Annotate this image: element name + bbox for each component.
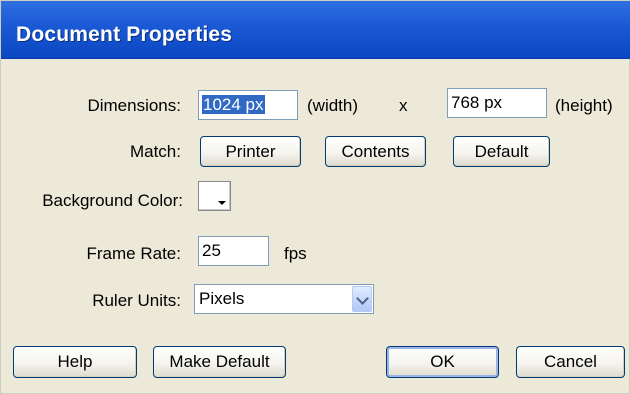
height-unit-label: (height) — [555, 96, 613, 115]
cancel-button[interactable]: Cancel — [516, 346, 625, 378]
background-color-label: Background Color: — [42, 191, 183, 210]
width-unit-label: (width) — [307, 96, 359, 115]
width-value: 1024 px — [202, 95, 265, 114]
match-contents-button[interactable]: Contents — [325, 136, 426, 167]
ruler-units-value: Pixels — [199, 289, 245, 308]
dialog-title: Document Properties — [16, 23, 233, 46]
help-button[interactable]: Help — [13, 346, 137, 378]
ok-button[interactable]: OK — [386, 346, 499, 378]
make-default-button[interactable]: Make Default — [153, 346, 286, 378]
ruler-units-select[interactable]: Pixels — [194, 284, 374, 314]
match-label: Match: — [129, 142, 181, 161]
dimension-separator: x — [399, 96, 408, 115]
match-default-button[interactable]: Default — [453, 136, 550, 167]
chevron-down-icon — [356, 292, 369, 305]
dimensions-label: Dimensions: — [87, 96, 181, 115]
frame-rate-input[interactable]: 25 — [198, 236, 269, 266]
fps-unit-label: fps — [284, 244, 307, 263]
ruler-units-dropdown-button[interactable] — [352, 286, 372, 312]
frame-rate-label: Frame Rate: — [86, 244, 181, 263]
height-value: 768 px — [451, 93, 503, 112]
width-input[interactable]: 1024 px — [198, 90, 298, 120]
document-properties-dialog: Document Properties Dimensions: 1024 px … — [0, 0, 630, 394]
frame-rate-value: 25 — [202, 241, 221, 260]
ruler-units-label: Ruler Units: — [92, 291, 181, 310]
background-color-swatch[interactable] — [198, 181, 231, 211]
height-input[interactable]: 768 px — [447, 88, 547, 118]
match-printer-button[interactable]: Printer — [200, 136, 301, 167]
dropdown-arrow-icon — [218, 201, 226, 205]
title-bar[interactable]: Document Properties — [1, 1, 630, 59]
